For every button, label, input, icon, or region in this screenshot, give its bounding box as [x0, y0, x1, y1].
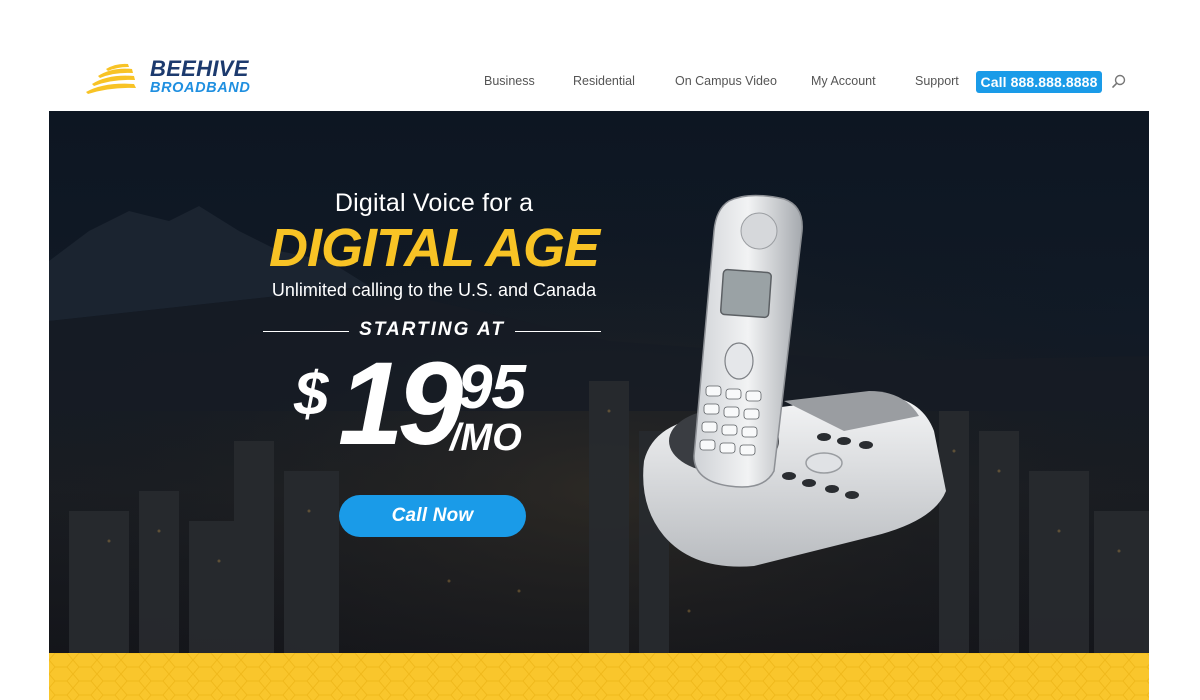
nav-item-residential[interactable]: Residential [573, 74, 635, 88]
hero-heading-line1: Digital Voice for a [334, 189, 534, 217]
cordless-phone-icon [643, 194, 946, 567]
price-currency: $ [294, 360, 329, 429]
nav-item-on-campus-video[interactable]: On Campus Video [675, 74, 777, 88]
price-dollars: 19 [338, 338, 463, 470]
search-icon[interactable] [1111, 73, 1127, 89]
price-display: $ 19 95 /MO [294, 345, 554, 471]
nav-item-business[interactable]: Business [484, 74, 535, 88]
call-phone-button[interactable]: Call 888.888.8888 [976, 71, 1102, 93]
site-header: BEEHIVE BROADBAND Business Residential O… [0, 0, 1200, 111]
divider-right [515, 331, 601, 332]
nav-item-support[interactable]: Support [915, 74, 959, 88]
hero-heading-line2: DIGITAL AGE [268, 218, 600, 278]
divider-left [263, 331, 349, 332]
honeycomb-band [49, 653, 1149, 700]
hero-subheading: Unlimited calling to the U.S. and Canada [271, 280, 597, 300]
hero-banner: Digital Voice for a DIGITAL AGE Unlimite… [49, 111, 1149, 653]
price-per-month: /MO [450, 417, 522, 459]
call-now-button[interactable]: Call Now [339, 495, 526, 537]
price-cents: 95 [458, 353, 526, 422]
nav-item-my-account[interactable]: My Account [811, 74, 876, 88]
honeycomb-pattern [49, 653, 1149, 700]
